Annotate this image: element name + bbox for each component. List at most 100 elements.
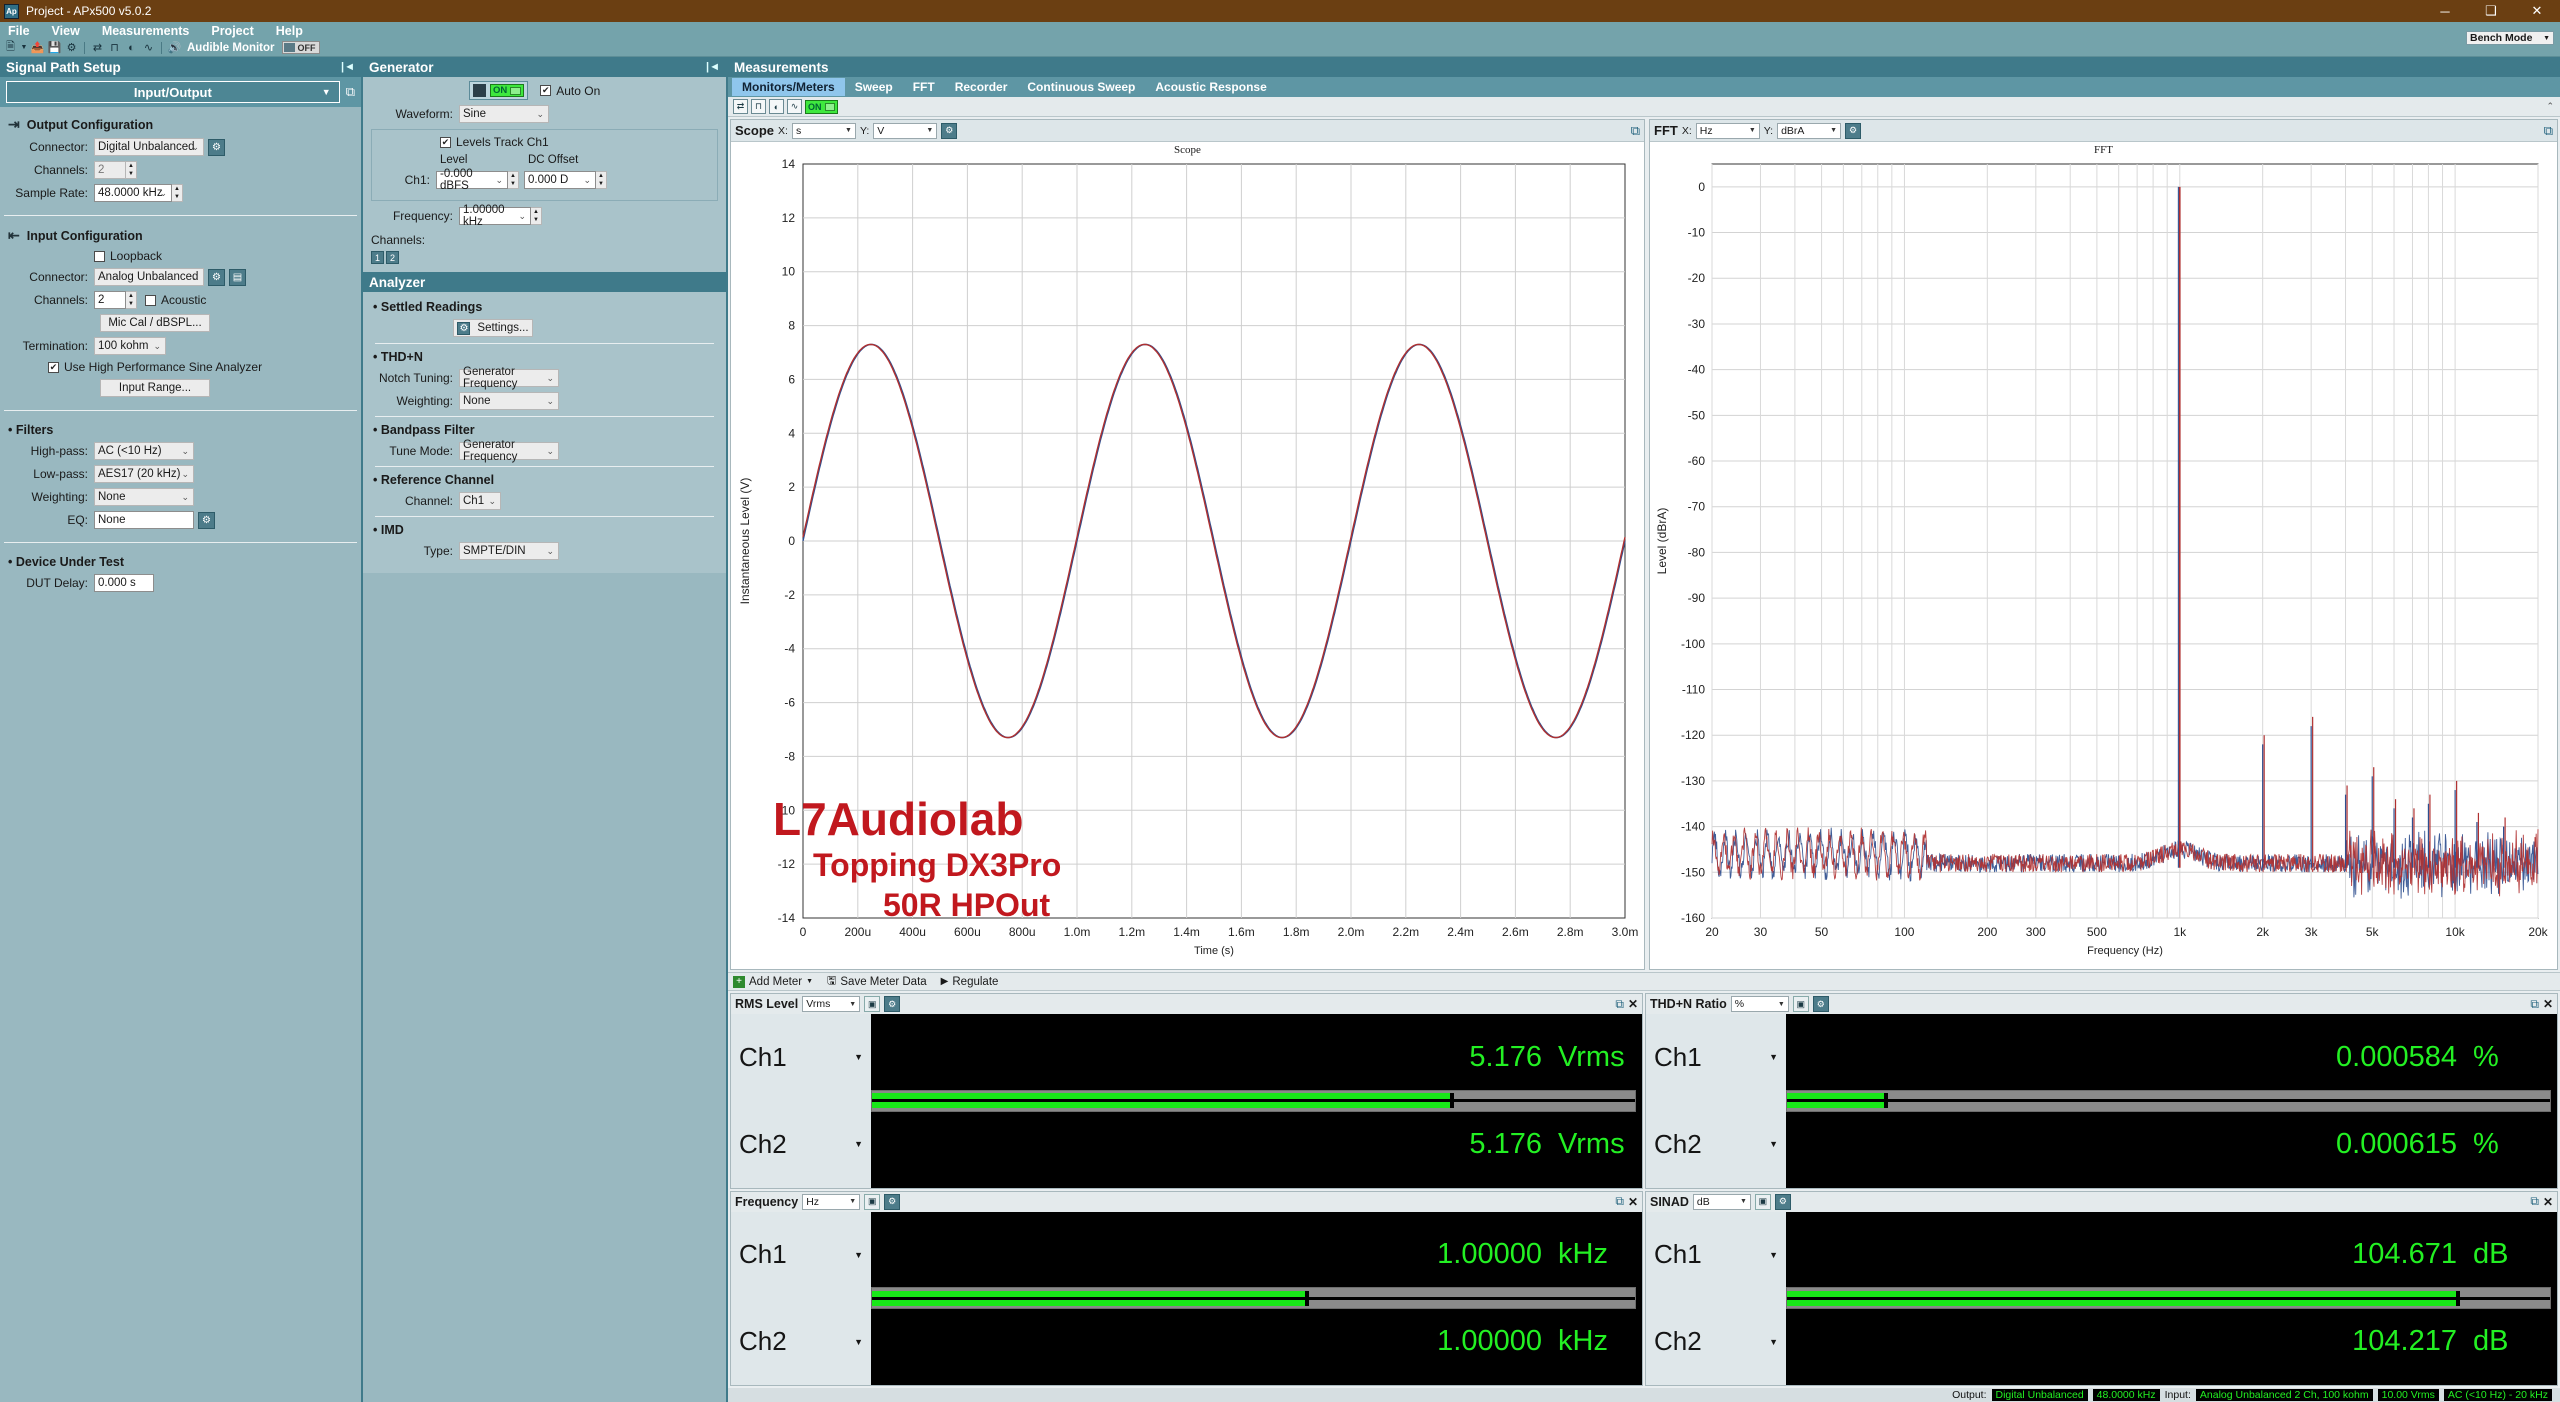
scroll-up-icon[interactable]: ⌃ (2546, 101, 2560, 112)
generator-channel-2-button[interactable]: 2 (386, 251, 399, 264)
chevron-down-icon[interactable]: ▼ (20, 40, 28, 55)
maximize-icon[interactable]: ❑ (2468, 0, 2514, 22)
tab-recorder[interactable]: Recorder (945, 78, 1018, 96)
meter-popout-icon[interactable]: ⧉ (1615, 1194, 1624, 1209)
frequency-field[interactable]: 1.00000 kHz ⌄ (459, 204, 531, 228)
meter-channel-name[interactable]: Ch1 ▼ (1646, 1014, 1786, 1101)
meter-popout-icon[interactable]: ⧉ (1615, 997, 1624, 1012)
menu-project[interactable]: Project (211, 24, 253, 38)
settled-settings-button[interactable]: ⚙ Settings... (453, 319, 533, 337)
mic-cal-button[interactable]: Mic Cal / dBSPL... (100, 314, 210, 332)
save-icon[interactable]: 💾 (47, 40, 62, 55)
input-connector-extra-icon[interactable]: ▤ (229, 268, 246, 286)
bench-mode-dropdown[interactable]: Bench Mode ▼ (2466, 31, 2554, 45)
ch1-level-stepper[interactable]: ▲ ▼ (507, 171, 519, 189)
notch-tuning-select[interactable]: Generator Frequency ⌄ (459, 366, 559, 390)
add-meter-button[interactable]: + Add Meter ▼ (733, 975, 813, 988)
meter-channel-name[interactable]: Ch2 ▼ (1646, 1298, 1786, 1385)
fft-y-unit-select[interactable]: dBrA ▼ (1777, 122, 1842, 139)
speaker-icon[interactable]: 🔊 (167, 40, 182, 55)
eq-select[interactable]: None (94, 511, 194, 529)
input-range-button[interactable]: Input Range... (100, 379, 210, 397)
hpsa-checkbox[interactable]: ✔ (48, 361, 59, 373)
meter-channel-name[interactable]: Ch1 ▼ (1646, 1212, 1786, 1299)
menu-file[interactable]: File (8, 24, 30, 38)
audible-monitor-toggle[interactable]: OFF (281, 41, 320, 54)
close-icon[interactable]: ✕ (2543, 997, 2553, 1011)
meter-channel-name[interactable]: Ch1 ▼ (731, 1212, 871, 1299)
loopback-checkbox[interactable] (94, 250, 105, 262)
scope-y-unit-select[interactable]: V ▼ (873, 122, 938, 139)
close-icon[interactable]: ✕ (2543, 1195, 2553, 1209)
acoustic-checkbox[interactable] (145, 294, 156, 306)
clock-icon[interactable]: ◐ (124, 40, 139, 55)
tab-continuous-sweep[interactable]: Continuous Sweep (1017, 78, 1145, 96)
waveform-icon[interactable]: ⊓ (107, 40, 122, 55)
meter-channel-name[interactable]: Ch1 ▼ (731, 1014, 871, 1101)
meter-unit-select[interactable]: % ▼ (1730, 996, 1789, 1012)
output-sample-rate-stepper[interactable]: ▲ ▼ (171, 184, 183, 202)
output-sample-rate-select[interactable]: 48.0000 kHz ⌄ (94, 184, 172, 202)
fft-x-unit-select[interactable]: Hz ▼ (1695, 122, 1760, 139)
trend-icon[interactable]: ∿ (787, 99, 802, 114)
meter-graph-icon[interactable]: ▣ (864, 1193, 881, 1210)
tab-fft[interactable]: FFT (903, 78, 945, 96)
levels-track-checkbox[interactable]: ✔ (440, 136, 451, 148)
imd-type-select[interactable]: SMPTE/DIN ⌄ (459, 542, 559, 560)
scope-popout-icon[interactable]: ⧉ (1631, 123, 1640, 139)
output-channels-stepper[interactable]: ▲ ▼ (125, 161, 137, 179)
input-connector-select[interactable]: Analog Unbalanced ⌄ (94, 268, 204, 286)
meter-unit-select[interactable]: Hz ▼ (802, 1193, 861, 1210)
save-meter-data-button[interactable]: 🖫 Save Meter Data (827, 972, 927, 991)
measurement-on-toggle[interactable]: ON (805, 99, 838, 114)
generator-channel-1-button[interactable]: 1 (371, 251, 384, 264)
output-connector-select[interactable]: Digital Unbalanced ⌄ (94, 138, 204, 156)
meter-graph-icon[interactable]: ▣ (864, 996, 881, 1012)
meter-popout-icon[interactable]: ⧉ (2530, 997, 2539, 1012)
meter-popout-icon[interactable]: ⧉ (2530, 1194, 2539, 1209)
termination-select[interactable]: 100 kohm ⌄ (94, 337, 166, 355)
waveform-select[interactable]: Sine ⌄ (459, 105, 549, 123)
trend-icon[interactable]: ∿ (141, 40, 156, 55)
new-document-icon[interactable]: 🗎 (3, 40, 18, 55)
meter-channel-name[interactable]: Ch2 ▼ (1646, 1101, 1786, 1188)
meter-graph-icon[interactable]: ▣ (1754, 1193, 1771, 1210)
collapse-panel-icon[interactable]: |◄ (341, 61, 361, 73)
signal-path-icon[interactable]: ⇄ (90, 40, 105, 55)
meter-channel-name[interactable]: Ch2 ▼ (731, 1298, 871, 1385)
meter-settings-icon[interactable]: ⚙ (884, 996, 901, 1012)
menu-view[interactable]: View (52, 24, 80, 38)
tab-acoustic-response[interactable]: Acoustic Response (1145, 78, 1276, 96)
meter-settings-icon[interactable]: ⚙ (1812, 996, 1829, 1012)
tab-sweep[interactable]: Sweep (845, 78, 903, 96)
auto-on-checkbox[interactable]: ✔ (540, 85, 552, 96)
close-icon[interactable]: ✕ (1628, 997, 1638, 1011)
close-icon[interactable]: ✕ (2514, 0, 2560, 22)
meter-graph-icon[interactable]: ▣ (1792, 996, 1809, 1012)
input-channels-stepper[interactable]: ▲ ▼ (125, 291, 137, 309)
highpass-select[interactable]: AC (<10 Hz) ⌄ (94, 442, 194, 460)
menu-help[interactable]: Help (276, 24, 303, 38)
ch1-level-field[interactable]: -0.000 dBFS ⌄ (436, 168, 508, 192)
frequency-stepper[interactable]: ▲ ▼ (530, 207, 542, 225)
clock-icon[interactable]: ◐ (769, 99, 784, 114)
ch1-dc-offset-stepper[interactable]: ▲ ▼ (595, 171, 607, 189)
output-connector-settings-icon[interactable]: ⚙ (208, 138, 225, 156)
meter-settings-icon[interactable]: ⚙ (884, 1193, 901, 1210)
generator-on-button[interactable]: ON (469, 81, 529, 100)
reference-channel-select[interactable]: Ch1 ⌄ (459, 492, 501, 510)
settings-icon[interactable]: ⚙ (64, 40, 79, 55)
minimize-icon[interactable]: ─ (2422, 0, 2468, 22)
meter-settings-icon[interactable]: ⚙ (1774, 1193, 1791, 1210)
ch1-dc-offset-field[interactable]: 0.000 D ⌄ (524, 171, 596, 189)
input-connector-settings-icon[interactable]: ⚙ (208, 268, 225, 286)
waveform-icon[interactable]: ⊓ (751, 99, 766, 114)
menu-measurements[interactable]: Measurements (102, 24, 190, 38)
tab-monitors-meters[interactable]: Monitors/Meters (732, 78, 845, 96)
eq-settings-icon[interactable]: ⚙ (198, 511, 215, 529)
scope-x-unit-select[interactable]: s ▼ (791, 122, 856, 139)
tune-mode-select[interactable]: Generator Frequency ⌄ (459, 439, 559, 463)
meter-channel-name[interactable]: Ch2 ▼ (731, 1101, 871, 1188)
input-channels-field[interactable]: 2 (94, 291, 126, 309)
fft-settings-icon[interactable]: ⚙ (1845, 122, 1862, 139)
